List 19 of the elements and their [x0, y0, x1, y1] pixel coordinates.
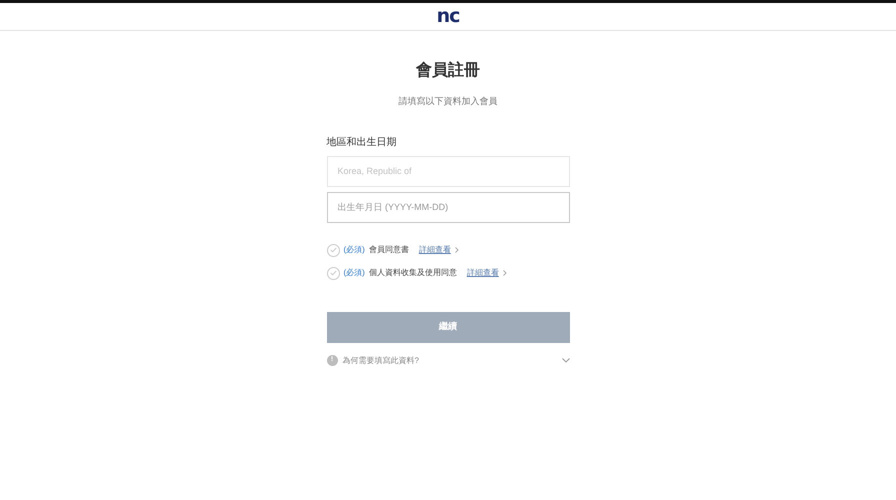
required-label: (必須) — [344, 267, 365, 279]
agreement-label: 會員同意書 — [368, 244, 409, 256]
checkbox[interactable] — [326, 266, 340, 280]
required-label: (必須) — [344, 244, 365, 256]
details-link[interactable]: 詳細查看 — [466, 267, 499, 279]
chevron-right-icon — [454, 247, 459, 253]
details-link[interactable]: 詳細查看 — [418, 244, 451, 256]
check-icon — [330, 270, 336, 276]
checkbox[interactable] — [326, 244, 340, 256]
check-icon — [330, 247, 336, 253]
subtitle: 請填寫以下資料加入會員 — [398, 95, 498, 108]
agreement-label: 個人資料收集及使用同意 — [368, 267, 457, 279]
chevron-down-icon[interactable] — [562, 358, 570, 363]
input-field[interactable]: 出生年月日 (YYYY-MM-DD) — [326, 192, 570, 222]
chevron-right-icon — [502, 270, 507, 276]
section-label: 地區和出生日期 — [326, 136, 398, 150]
faq-toggle[interactable]: 為何需要填寫此資料? — [342, 354, 419, 366]
page-title: 會員註冊 — [415, 60, 481, 81]
logo[interactable]: nc — [436, 7, 460, 26]
